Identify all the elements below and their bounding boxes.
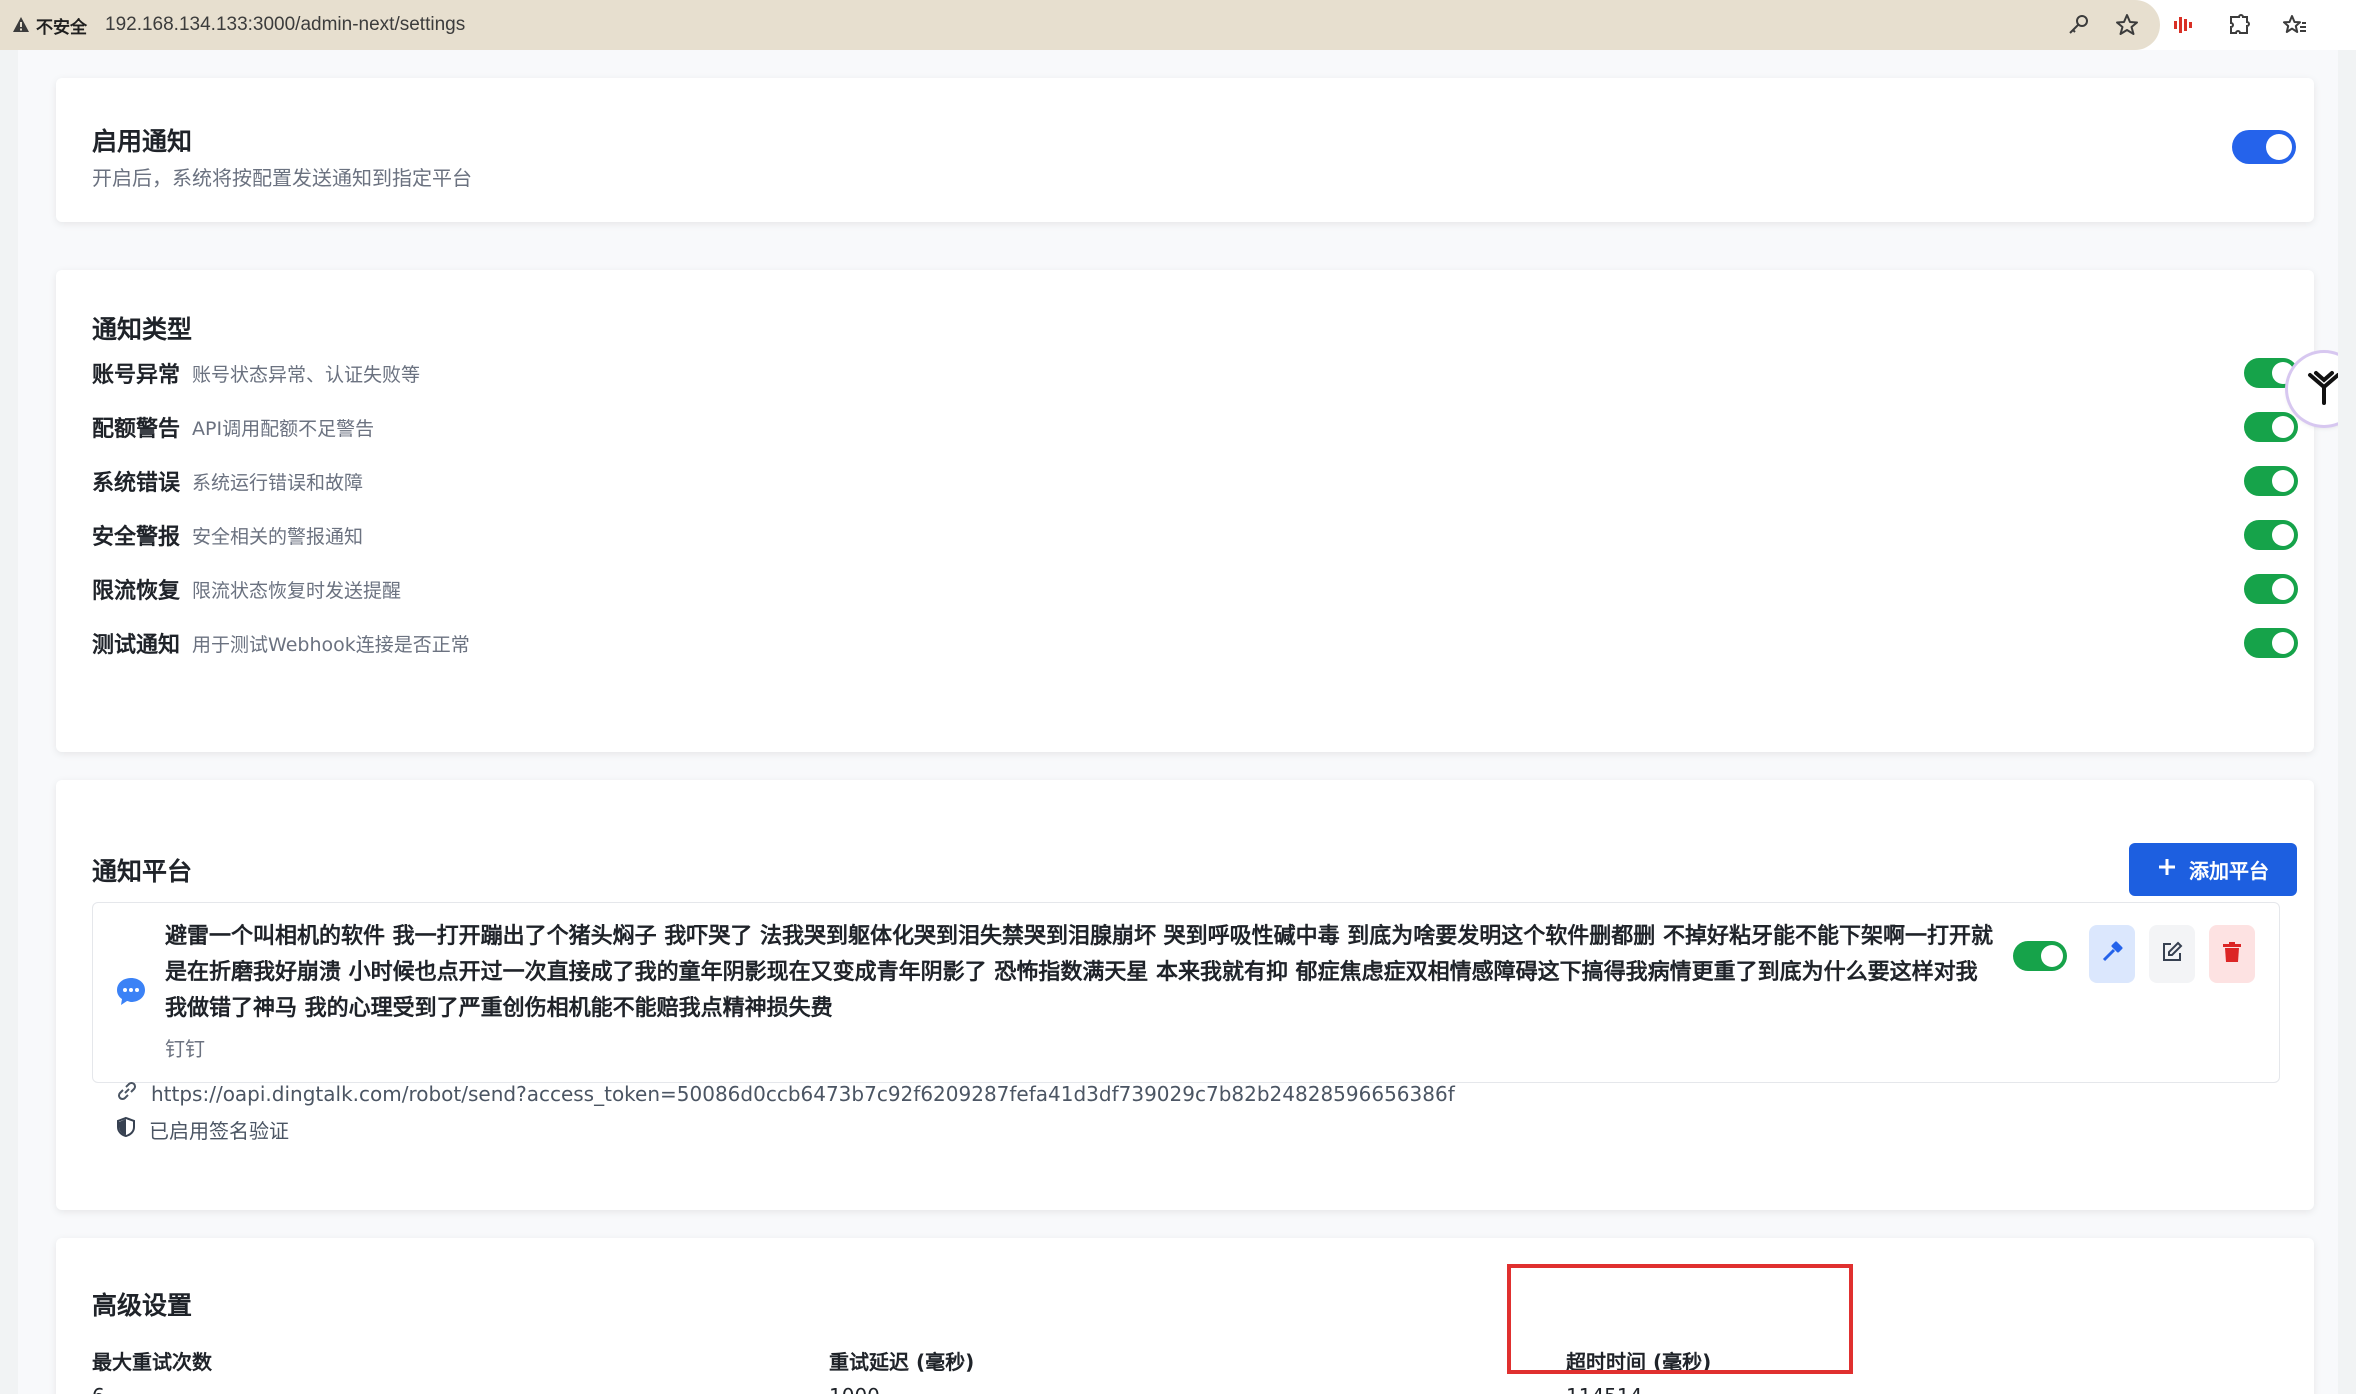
type-toggle-test[interactable] — [2244, 628, 2298, 658]
notification-types-card: 通知类型 账号异常 账号状态异常、认证失败等 配额警告 API调用配额不足警告 … — [56, 270, 2314, 752]
type-desc: 用于测试Webhook连接是否正常 — [192, 633, 470, 656]
browser-toolbar: 不安全 192.168.134.133:3000/admin-next/sett… — [0, 0, 2356, 50]
enable-notification-card: 启用通知 开启后，系统将按配置发送通知到指定平台 — [56, 78, 2314, 222]
type-row: 配额警告 API调用配额不足警告 — [92, 412, 374, 442]
type-toggle-rate-limit[interactable] — [2244, 574, 2298, 604]
platform-toggle[interactable] — [2013, 941, 2067, 971]
edit-platform-button[interactable] — [2149, 925, 2195, 983]
type-row: 安全警报 安全相关的警报通知 — [92, 520, 363, 550]
warning-icon — [12, 16, 30, 34]
platform-name: 避雷一个叫相机的软件 我一打开蹦出了个猪头焖子 我吓哭了 法我哭到躯体化哭到泪失… — [165, 924, 1993, 1021]
link-icon — [115, 1079, 139, 1108]
type-name: 配额警告 — [92, 417, 181, 442]
card-title: 启用通知 — [92, 127, 193, 156]
type-desc: 限流状态恢复时发送提醒 — [192, 579, 402, 602]
settings-page: 启用通知 开启后，系统将按配置发送通知到指定平台 通知类型 账号异常 账号状态异… — [18, 50, 2338, 1394]
card-subtitle: 开启后，系统将按配置发送通知到指定平台 — [92, 166, 472, 190]
type-desc: 账号状态异常、认证失败等 — [192, 363, 421, 386]
type-row: 测试通知 用于测试Webhook连接是否正常 — [92, 628, 470, 658]
wrench-icon — [2100, 940, 2124, 968]
enable-notification-toggle[interactable] — [2232, 130, 2296, 164]
shield-icon — [115, 1116, 137, 1143]
max-retries-label: 最大重试次数 — [92, 1350, 212, 1374]
sign-status-row: 已启用签名验证 — [115, 1115, 289, 1144]
card-title: 通知平台 — [92, 857, 193, 886]
highlight-annotation — [1507, 1264, 1853, 1374]
webhook-url: https://oapi.dingtalk.com/robot/send?acc… — [151, 1081, 1455, 1106]
key-icon[interactable] — [2066, 12, 2092, 38]
type-desc: 安全相关的警报通知 — [192, 525, 364, 548]
type-toggle-system-error[interactable] — [2244, 466, 2298, 496]
type-desc: 系统运行错误和故障 — [192, 471, 364, 494]
address-bar[interactable]: 不安全 192.168.134.133:3000/admin-next/sett… — [0, 0, 2160, 50]
timeout-input[interactable]: 114514 — [1566, 1384, 1642, 1394]
type-name: 安全警报 — [92, 525, 181, 550]
edit-icon — [2160, 940, 2184, 968]
plus-icon — [2157, 857, 2177, 882]
url-text[interactable]: 192.168.134.133:3000/admin-next/settings — [105, 14, 465, 36]
assistant-logo-icon — [2302, 365, 2338, 413]
advanced-settings-card: 高级设置 最大重试次数 6 重试延迟 (毫秒) 1000 超时时间 (毫秒) 1… — [56, 1238, 2314, 1394]
type-name: 测试通知 — [92, 633, 181, 658]
type-desc: API调用配额不足警告 — [192, 417, 375, 440]
type-name: 限流恢复 — [92, 579, 181, 604]
bookmark-star-icon[interactable] — [2114, 12, 2140, 38]
notification-platforms-card: 通知平台 添加平台 避雷一个叫相机的软件 我一打开蹦出了个猪头焖子 我吓哭了 法… — [56, 780, 2314, 1210]
retry-delay-label: 重试延迟 (毫秒) — [829, 1350, 975, 1374]
add-platform-button[interactable]: 添加平台 — [2129, 843, 2297, 896]
platform-type: 钉钉 — [165, 1037, 205, 1061]
type-row: 账号异常 账号状态异常、认证失败等 — [92, 358, 420, 388]
favorites-icon[interactable] — [2282, 12, 2308, 38]
type-row: 限流恢复 限流状态恢复时发送提醒 — [92, 574, 401, 604]
sign-status: 已启用签名验证 — [149, 1119, 289, 1143]
platform-item: 避雷一个叫相机的软件 我一打开蹦出了个猪头焖子 我吓哭了 法我哭到躯体化哭到泪失… — [92, 902, 2280, 1143]
type-toggle-security[interactable] — [2244, 520, 2298, 550]
chat-bubble-icon — [115, 975, 147, 1011]
test-platform-button[interactable] — [2089, 925, 2135, 983]
type-toggle-quota[interactable] — [2244, 412, 2298, 442]
insecure-label[interactable]: 不安全 — [36, 13, 87, 38]
extensions-puzzle-icon[interactable] — [2226, 12, 2252, 38]
retry-delay-input[interactable]: 1000 — [829, 1384, 880, 1394]
webhook-url-row: https://oapi.dingtalk.com/robot/send?acc… — [115, 1079, 2255, 1108]
audio-extension-icon[interactable] — [2170, 12, 2196, 38]
type-name: 账号异常 — [92, 363, 181, 388]
card-title: 高级设置 — [92, 1291, 193, 1320]
trash-icon — [2220, 940, 2244, 968]
add-platform-label: 添加平台 — [2189, 859, 2269, 883]
delete-platform-button[interactable] — [2209, 925, 2255, 983]
max-retries-input[interactable]: 6 — [92, 1384, 105, 1394]
type-row: 系统错误 系统运行错误和故障 — [92, 466, 363, 496]
card-title: 通知类型 — [92, 315, 193, 344]
type-name: 系统错误 — [92, 471, 181, 496]
